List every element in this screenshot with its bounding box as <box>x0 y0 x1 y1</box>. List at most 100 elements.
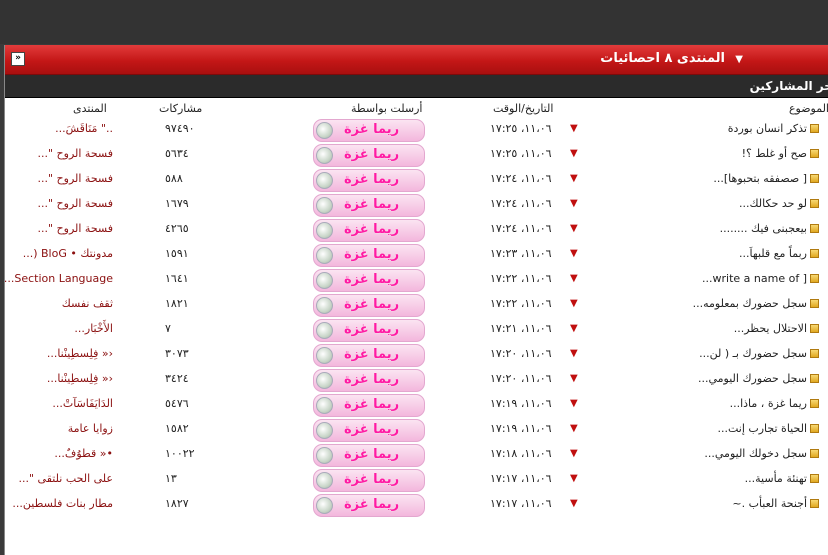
poster-badge[interactable]: ريما غزة <box>313 219 425 242</box>
forum-link[interactable]: ‹« فِلِسطِينْنا... <box>9 372 113 385</box>
post-count: ١٨٢١ <box>165 297 189 310</box>
poster-badge[interactable]: ريما غزة <box>313 369 425 392</box>
poster-avatar-icon <box>316 497 333 514</box>
poster-badge[interactable]: ريما غزة <box>313 444 425 467</box>
topic-link[interactable]: سجل حضورك بمعلومه... <box>693 297 819 310</box>
poster-name: ريما غزة <box>344 272 400 287</box>
forum-link[interactable]: على الحب نلتقى "... <box>9 472 113 485</box>
go-to-last-post-icon[interactable]: ▼ <box>570 273 578 284</box>
folder-icon <box>810 124 819 133</box>
topic-title: بيعجبنى فيك ........ <box>719 222 807 235</box>
poster-badge[interactable]: ريما غزة <box>313 344 425 367</box>
post-datetime: ١١،٠٦، ١٧:٢١ <box>490 322 552 335</box>
topic-link[interactable]: [ صصفقه بتحبوها]... <box>713 172 819 185</box>
poster-badge[interactable]: ريما غزة <box>313 319 425 342</box>
poster-badge[interactable]: ريما غزة <box>313 269 425 292</box>
go-to-last-post-icon[interactable]: ▼ <box>570 123 578 134</box>
forum-link[interactable]: فسحة الروح "... <box>9 197 113 210</box>
poster-badge[interactable]: ريما غزة <box>313 469 425 492</box>
poster-badge[interactable]: ريما غزة <box>313 494 425 517</box>
folder-icon <box>810 174 819 183</box>
poster-avatar-icon <box>316 122 333 139</box>
collapse-toggle-icon[interactable]: » <box>11 52 25 66</box>
go-to-last-post-icon[interactable]: ▼ <box>570 248 578 259</box>
folder-icon <box>810 199 819 208</box>
poster-badge[interactable]: ريما غزة <box>313 419 425 442</box>
table-row: أجنحة العبأب .~ ▼ ١١،٠٦، ١٧:١٧ ريما غزة … <box>5 493 828 518</box>
topic-link[interactable]: بيعجبنى فيك ........ <box>720 222 819 235</box>
forum-link[interactable]: ثقف نفسك <box>9 297 113 310</box>
forum-link[interactable]: .." مَنَاقَشَ... <box>9 122 113 135</box>
poster-badge[interactable]: ريما غزة <box>313 394 425 417</box>
topic-link[interactable]: سجل حضورك اليومي... <box>698 372 819 385</box>
go-to-last-post-icon[interactable]: ▼ <box>570 398 578 409</box>
topic-title: سجل حضورك اليومي... <box>697 372 807 385</box>
go-to-last-post-icon[interactable]: ▼ <box>570 348 578 359</box>
col-header-topic: الموضوع <box>788 102 828 115</box>
go-to-last-post-icon[interactable]: ▼ <box>570 223 578 234</box>
go-to-last-post-icon[interactable]: ▼ <box>570 473 578 484</box>
go-to-last-post-icon[interactable]: ▼ <box>570 298 578 309</box>
folder-icon <box>810 449 819 458</box>
topic-title: [ write a name of... <box>702 272 807 285</box>
go-to-last-post-icon[interactable]: ▼ <box>570 198 578 209</box>
topic-title: الاحتلال يحظر... <box>733 322 807 335</box>
topic-link[interactable]: الحياة تجارب إنت... <box>717 422 819 435</box>
topic-link[interactable]: تذكر انسان بوردة <box>728 122 819 135</box>
go-to-last-post-icon[interactable]: ▼ <box>570 148 578 159</box>
go-to-last-post-icon[interactable]: ▼ <box>570 423 578 434</box>
poster-badge[interactable]: ريما غزة <box>313 144 425 167</box>
topic-link[interactable]: [ write a name of... <box>702 272 819 285</box>
forum-link[interactable]: فسحة الروح "... <box>9 172 113 185</box>
poster-badge[interactable]: ريما غزة <box>313 169 425 192</box>
forum-link[interactable]: الدَايَفَاسَآتْ... <box>9 397 113 410</box>
post-datetime: ١١،٠٦، ١٧:٢٤ <box>490 197 552 210</box>
section-subtitle: آخر المشاركين <box>749 79 828 93</box>
forum-link[interactable]: مدونتك • BloG (... <box>9 247 113 260</box>
folder-icon <box>810 349 819 358</box>
post-count: ٥٨٨ <box>165 172 183 185</box>
post-datetime: ١١،٠٦، ١٧:٢٢ <box>490 272 552 285</box>
go-to-last-post-icon[interactable]: ▼ <box>570 173 578 184</box>
poster-badge[interactable]: ريما غزة <box>313 194 425 217</box>
poster-avatar-icon <box>316 447 333 464</box>
poster-avatar-icon <box>316 322 333 339</box>
table-row: بيعجبنى فيك ........ ▼ ١١،٠٦، ١٧:٢٤ ريما… <box>5 218 828 243</box>
dropdown-arrow-icon[interactable]: ▼ <box>735 54 743 65</box>
topic-link[interactable]: صح أو غلط ؟! <box>742 147 819 160</box>
go-to-last-post-icon[interactable]: ▼ <box>570 323 578 334</box>
col-header-date: التاريخ/الوقت <box>493 102 554 115</box>
topic-link[interactable]: الاحتلال يحظر... <box>734 322 819 335</box>
forum-link[interactable]: فسحة الروح "... <box>9 147 113 160</box>
topic-link[interactable]: لو حد حكالك... <box>739 197 819 210</box>
poster-badge[interactable]: ريما غزة <box>313 294 425 317</box>
go-to-last-post-icon[interactable]: ▼ <box>570 498 578 509</box>
panel-title[interactable]: المنتدى ٨ احصائيات <box>600 51 725 66</box>
forum-link[interactable]: زوايا عامة <box>9 422 113 435</box>
poster-badge[interactable]: ريما غزة <box>313 244 425 267</box>
poster-avatar-icon <box>316 347 333 364</box>
poster-avatar-icon <box>316 172 333 189</box>
post-datetime: ١١،٠٦، ١٧:١٨ <box>490 447 552 460</box>
poster-name: ريما غزة <box>344 172 400 187</box>
forum-link[interactable]: ‹« فِلِسطِينْنا... <box>9 347 113 360</box>
poster-name: ريما غزة <box>344 147 400 162</box>
forum-link[interactable]: فسحة الروح "... <box>9 222 113 235</box>
topic-link[interactable]: تهنئة مأسية... <box>745 472 819 485</box>
go-to-last-post-icon[interactable]: ▼ <box>570 448 578 459</box>
forum-link[interactable]: مطار بنات فلسطين... <box>9 497 113 510</box>
topic-link[interactable]: ريما غزة ، ماذا... <box>730 397 819 410</box>
topic-link[interactable]: سجل دخولك اليومي... <box>704 447 819 460</box>
topic-link[interactable]: ربماً مع قلبهاَ... <box>739 247 819 260</box>
topic-title: تذكر انسان بوردة <box>727 122 807 135</box>
forum-link[interactable]: •« قطوُفٌ... <box>9 447 113 460</box>
topic-link[interactable]: سجل حضورك بـ ( لن... <box>699 347 819 360</box>
table-row: [ write a name of... ▼ ١١،٠٦، ١٧:٢٢ ريما… <box>5 268 828 293</box>
forum-link[interactable]: Section Language... <box>5 272 113 285</box>
post-count: ١٦٤١ <box>165 272 189 285</box>
poster-badge[interactable]: ريما غزة <box>313 119 425 142</box>
post-datetime: ١١،٠٦، ١٧:٢٤ <box>490 222 552 235</box>
topic-link[interactable]: أجنحة العبأب .~ <box>732 497 819 510</box>
go-to-last-post-icon[interactable]: ▼ <box>570 373 578 384</box>
forum-link[interactable]: الأَخْبَار... <box>9 322 113 335</box>
